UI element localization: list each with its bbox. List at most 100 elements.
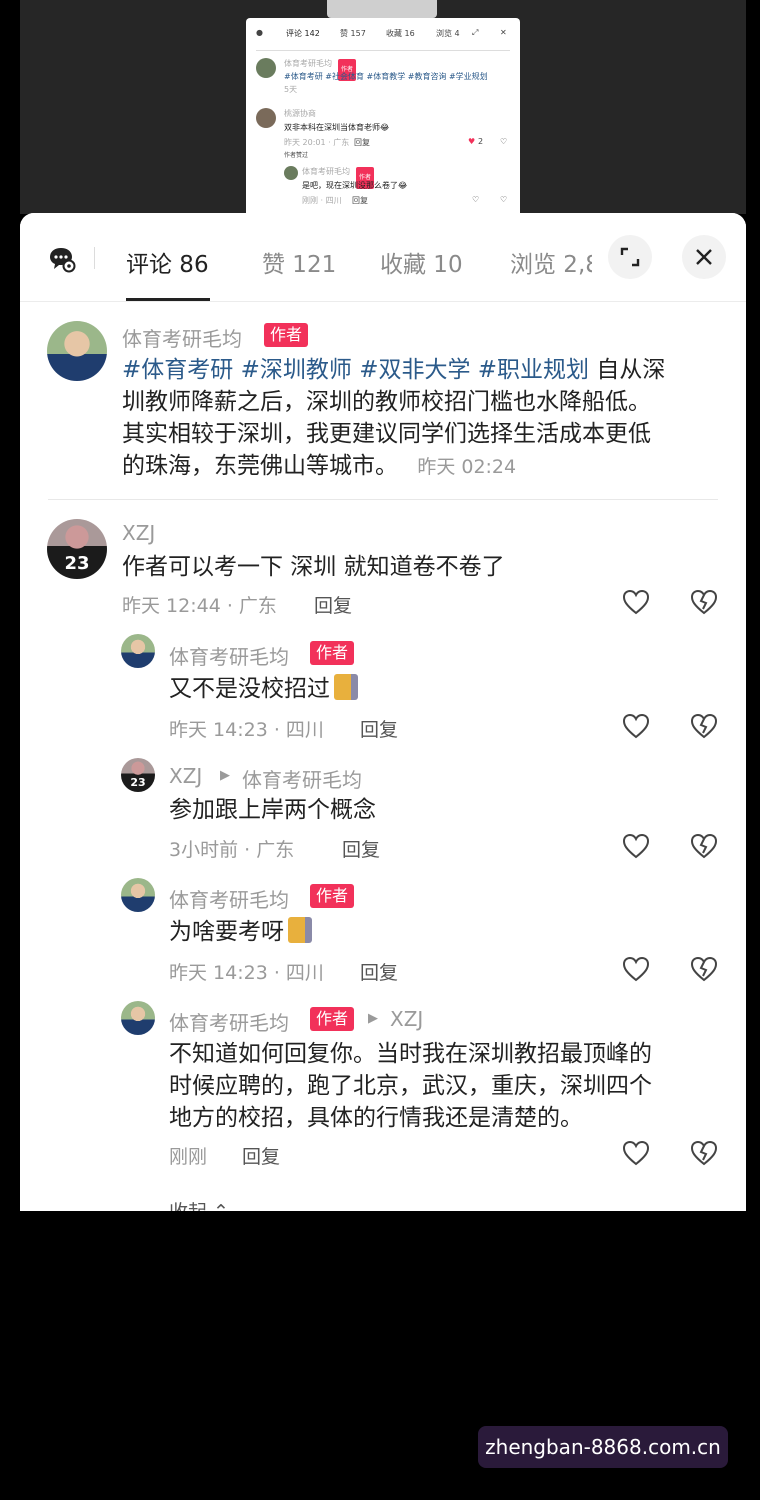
reply-text-line: 地方的校招，具体的行情我还是清楚的。 [169, 1105, 583, 1131]
reply-button[interactable]: 回复 [360, 715, 398, 742]
active-tab-indicator [126, 298, 210, 301]
preview-tab: 赞 157 [340, 29, 366, 38]
dislike-icon[interactable] [690, 1140, 718, 1170]
reply-meta: 3小时前 · 广东 [169, 839, 295, 861]
preview-expand-icon: ⤢ [472, 28, 479, 37]
preview-tab: 收藏 16 [386, 29, 415, 38]
preview-comment-icon: ● [256, 28, 263, 37]
preview-author-name: 体育考研毛均 [284, 59, 332, 68]
like-icon[interactable] [622, 1140, 650, 1170]
background-notch [327, 0, 437, 18]
commenter-name[interactable]: XZJ [122, 521, 155, 545]
reply-author-name[interactable]: 体育考研毛均 [169, 641, 289, 670]
reply-button[interactable]: 回复 [360, 958, 398, 985]
hashtag[interactable]: #深圳教师 [241, 357, 352, 383]
reply-avatar[interactable] [121, 878, 155, 912]
close-button[interactable] [682, 235, 726, 279]
tab-likes[interactable]: 赞 121 [262, 245, 336, 279]
reply-text-line: 时候应聘的，跑了北京，武汉，重庆，深圳四个 [169, 1073, 652, 1099]
dislike-icon[interactable] [690, 833, 718, 863]
like-icon[interactable] [622, 956, 650, 986]
comment-text: 作者可以考一下 深圳 就知道卷不卷了 [122, 554, 505, 580]
cat-emoji-icon [334, 674, 358, 700]
like-icon[interactable] [622, 713, 650, 743]
comment-settings-icon[interactable] [48, 245, 76, 277]
watermark: zhengban-8868.com.cn [478, 1426, 728, 1468]
commenter-avatar[interactable]: 23 [47, 519, 107, 579]
tab-comments[interactable]: 评论 86 [126, 245, 209, 279]
hashtag[interactable]: #双非大学 [359, 357, 470, 383]
reply-text: 又不是没校招过 [169, 673, 358, 705]
comment-sheet: 评论 86 赞 121 收藏 10 浏览 2,8 体育考研毛均 作者 #体育考研… [20, 213, 746, 1211]
preview-comment-reply: 回复 [354, 138, 370, 147]
preview-card: ● 评论 142 赞 157 收藏 16 浏览 4 ⤢ ✕ 体育考研毛均 作者 … [246, 18, 520, 214]
preview-post-time: 5天 [284, 85, 298, 94]
reply-meta: 昨天 14:23 · 四川 [169, 719, 324, 741]
post-time: 昨天 02:24 [417, 456, 517, 478]
post-text: 的珠海，东莞佛山等城市。 [122, 453, 398, 479]
preview-tab: 评论 142 [286, 29, 320, 38]
reply-text-content: 又不是没校招过 [169, 676, 330, 702]
reply-button[interactable]: 回复 [314, 591, 352, 618]
reply-target-name[interactable]: 体育考研毛均 [242, 764, 362, 793]
expand-button[interactable] [608, 235, 652, 279]
like-icon[interactable] [622, 833, 650, 863]
cat-emoji-icon [288, 917, 312, 943]
post-text: 其实相较于深圳，我更建议同学们选择生活成本更低 [122, 421, 651, 447]
expand-icon [620, 247, 640, 267]
preview-author-avatar [256, 58, 276, 78]
tab-favorites[interactable]: 收藏 10 [380, 245, 463, 279]
preview-comment-expand: 作者赞过 [284, 152, 309, 159]
preview-commenter-name: 桃源协商 [284, 109, 316, 118]
preview-dislike-icon: ♡ [500, 137, 508, 146]
preview-comment-text: 双非本科在深圳当体育老师😂 [284, 123, 390, 132]
post-author-name[interactable]: 体育考研毛均 [122, 323, 242, 352]
dislike-icon[interactable] [690, 589, 718, 619]
hashtag[interactable]: #体育考研 [122, 357, 233, 383]
author-avatar[interactable] [47, 321, 107, 381]
preview-tabs: ● 评论 142 赞 157 收藏 16 浏览 4 ⤢ ✕ [256, 28, 510, 44]
tab-views[interactable]: 浏览 2,8 [510, 245, 592, 279]
comment-meta: 昨天 12:44 · 广东 [122, 595, 277, 617]
jersey-number: 23 [130, 776, 146, 789]
reply-avatar[interactable]: 23 [121, 758, 155, 792]
collapse-replies-button[interactable]: 收起 ⌃ [169, 1197, 229, 1211]
reply-arrow-icon: ▶ [220, 768, 230, 783]
preview-reply-meta: 刚刚 · 四川 [302, 196, 342, 205]
reply-author-name[interactable]: 体育考研毛均 [169, 884, 289, 913]
author-badge: 作者 [264, 323, 309, 347]
jersey-number: 23 [64, 553, 90, 574]
preview-post-tags: #体育考研 #社会体育 #体育教学 #教育咨询 #学业规划 [284, 72, 488, 81]
preview-reply-avatar [284, 166, 298, 180]
reply-text: 为啥要考呀 [169, 916, 312, 948]
dislike-icon[interactable] [690, 956, 718, 986]
preview-reply-reply: 回复 [352, 196, 368, 205]
reply-author-name[interactable]: 体育考研毛均 [169, 1007, 289, 1036]
hashtag[interactable]: #职业规划 [478, 357, 589, 383]
reply-button[interactable]: 回复 [242, 1142, 280, 1169]
reply-target-name[interactable]: XZJ [390, 1007, 423, 1031]
reply-button[interactable]: 回复 [342, 835, 380, 862]
reply-author-name[interactable]: XZJ [169, 764, 202, 788]
reply-arrow-icon: ▶ [368, 1011, 378, 1026]
header-separator [94, 247, 95, 269]
author-badge: 作者 [310, 641, 355, 665]
post-text: 圳教师降薪之后，深圳的教师校招门槛也水降船低。 [122, 389, 651, 415]
preview-reply-text: 是吧，现在深圳没那么卷了😂 [302, 181, 408, 190]
comment-header: 评论 86 赞 121 收藏 10 浏览 2,8 [20, 213, 746, 302]
reply-avatar[interactable] [121, 634, 155, 668]
reply-text: 不知道如何回复你。当时我在深圳教招最顶峰的 时候应聘的，跑了北京，武汉，重庆，深… [169, 1038, 729, 1134]
dislike-icon[interactable] [690, 713, 718, 743]
reply-avatar[interactable] [121, 1001, 155, 1035]
preview-reply-name: 体育考研毛均 [302, 167, 350, 176]
reply-text: 参加跟上岸两个概念 [169, 797, 376, 823]
author-badge: 作者 [310, 1007, 355, 1031]
preview-heart-icon: ♥ [468, 137, 476, 146]
preview-close-icon: ✕ [500, 28, 507, 37]
preview-dislike-icon: ♡ [500, 195, 508, 204]
like-icon[interactable] [622, 589, 650, 619]
preview-like-count: 2 [478, 137, 484, 146]
preview-commenter-avatar [256, 108, 276, 128]
post-text: 自从深 [596, 357, 666, 383]
preview-like-icon: ♡ [472, 195, 480, 204]
